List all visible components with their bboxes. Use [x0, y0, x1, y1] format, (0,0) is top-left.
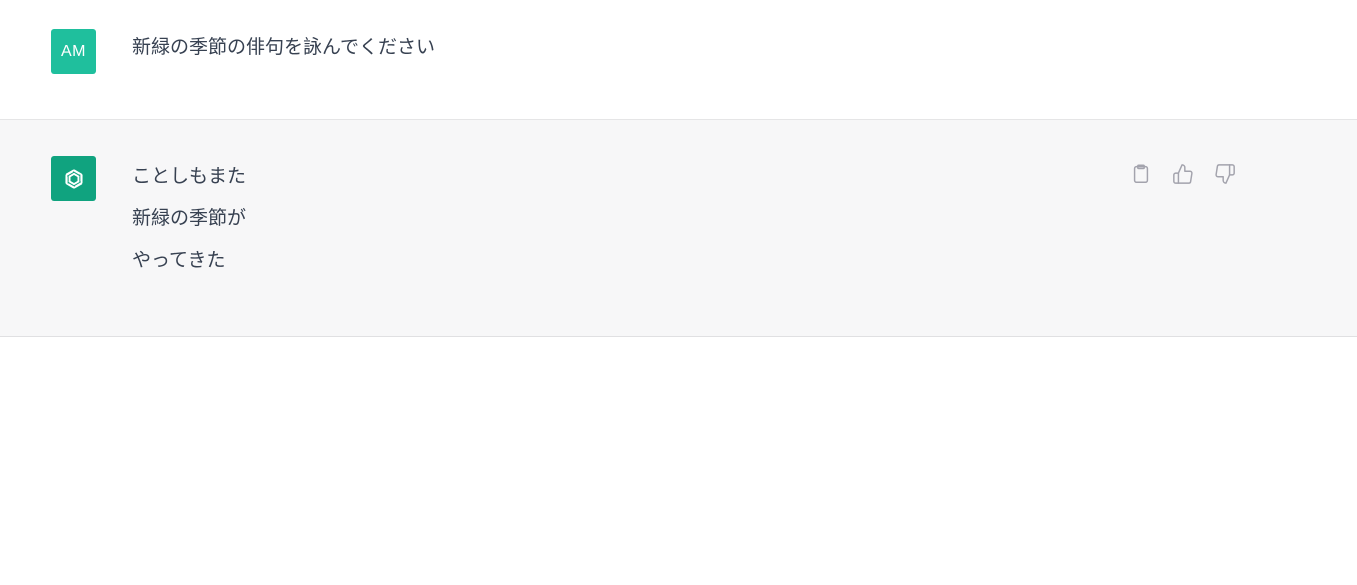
- assistant-message-line: ことしもまた: [132, 165, 247, 187]
- clipboard-icon: [1133, 164, 1149, 183]
- copy-button[interactable]: [1129, 160, 1153, 188]
- user-avatar-initials: AM: [61, 42, 86, 60]
- thumbs-up-button[interactable]: [1171, 160, 1195, 188]
- thumbs-up-icon: [1173, 164, 1193, 184]
- user-avatar: AM: [51, 29, 96, 74]
- thumbs-down-icon: [1215, 164, 1235, 184]
- assistant-avatar: [51, 156, 96, 201]
- assistant-message-text: ことしもまた 新緑の季節が やってきた: [132, 162, 246, 288]
- assistant-message-row: ことしもまた 新緑の季節が やってきた: [0, 120, 1357, 337]
- openai-logo-icon: [64, 168, 83, 189]
- user-message-row: AM 新緑の季節の俳句を詠んでください: [0, 0, 1357, 120]
- assistant-message-line: やってきた: [132, 249, 226, 271]
- conversation-thread: AM 新緑の季節の俳句を詠んでください ことしもまた 新緑の季節が やってきた: [0, 0, 1357, 585]
- thumbs-down-button[interactable]: [1213, 160, 1237, 188]
- user-message-text: 新緑の季節の俳句を詠んでください: [132, 36, 436, 58]
- assistant-message-line: 新緑の季節が: [132, 207, 247, 229]
- message-actions: [1129, 160, 1237, 188]
